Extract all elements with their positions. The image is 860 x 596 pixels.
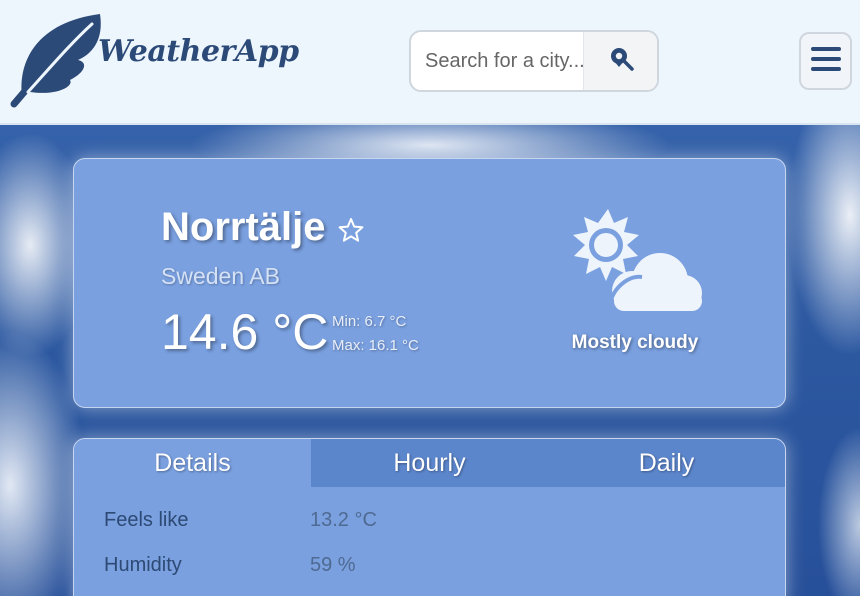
details-list: Feels like 13.2 °C Humidity 59 % (104, 509, 377, 596)
header-bar: WeatherApp (0, 0, 860, 125)
favorite-star-icon[interactable] (338, 217, 364, 248)
tab-details[interactable]: Details (74, 439, 311, 487)
location-search-icon (608, 46, 634, 77)
max-temperature: Max: 16.1 °C (332, 337, 419, 354)
forecast-tabs: Details Hourly Daily (74, 439, 785, 487)
tab-hourly[interactable]: Hourly (311, 439, 548, 487)
min-max-temperature: Min: 6.7 °C Max: 16.1 °C (332, 310, 419, 358)
app-logo[interactable] (8, 10, 108, 110)
partly-cloudy-icon (568, 205, 708, 320)
forecast-card: Details Hourly Daily Feels like 13.2 °C … (73, 438, 786, 596)
current-weather-card: Norrtälje Sweden AB 14.6 °C Min: 6.7 °C … (73, 158, 786, 408)
country-name: Sweden AB (161, 263, 280, 289)
detail-row-feels-like: Feels like 13.2 °C (104, 509, 377, 554)
detail-value: 13.2 °C (310, 509, 377, 531)
current-temperature: 14.6 °C (161, 304, 329, 360)
min-temperature: Min: 6.7 °C (332, 313, 407, 330)
city-name: Norrtälje (161, 205, 326, 249)
detail-row-humidity: Humidity 59 % (104, 554, 377, 596)
city-search (409, 30, 659, 92)
tab-daily[interactable]: Daily (548, 439, 785, 487)
weather-condition: Mostly cloudy (571, 332, 699, 353)
search-input[interactable] (411, 32, 583, 90)
menu-button[interactable] (799, 32, 852, 90)
hamburger-menu-icon (810, 46, 842, 77)
detail-value: 59 % (310, 554, 356, 576)
detail-label: Feels like (104, 509, 189, 531)
feather-icon (8, 10, 108, 110)
city-row: Norrtälje (161, 205, 364, 250)
app-name[interactable]: WeatherApp (98, 34, 299, 69)
search-button[interactable] (583, 32, 657, 90)
detail-label: Humidity (104, 554, 182, 576)
